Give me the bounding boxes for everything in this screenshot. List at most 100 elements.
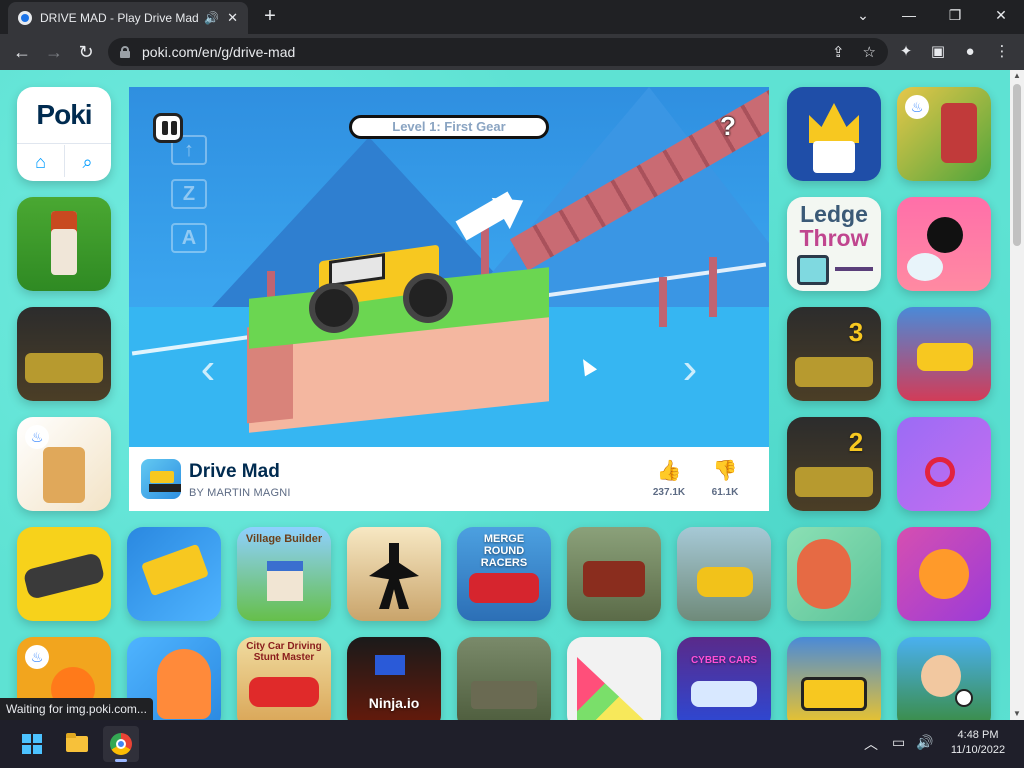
crown-graphic [809, 103, 859, 143]
game-tile[interactable]: 2 [787, 417, 881, 511]
spinner-graphic [927, 217, 963, 253]
forward-arrow-icon[interactable]: → [40, 38, 68, 66]
game-tile[interactable] [787, 637, 881, 720]
train-graphic [140, 543, 210, 597]
like-count: 237.1K [652, 487, 686, 498]
game-tile[interactable]: Ninja.io [347, 637, 441, 720]
tile-title: Village Builder [245, 533, 323, 545]
game-tile[interactable] [17, 527, 111, 621]
like-button[interactable]: 👍 237.1K [649, 459, 689, 498]
game-tile[interactable] [897, 637, 991, 720]
knight-graphic [43, 447, 85, 503]
pixel-character [51, 211, 77, 275]
url-text[interactable]: poki.com/en/g/drive-mad [142, 44, 814, 60]
soccer-ball-icon [955, 689, 973, 707]
game-tile[interactable] [17, 307, 111, 401]
game-tile[interactable]: MERGE ROUND RACERS [457, 527, 551, 621]
chevron-right-icon[interactable]: › [675, 347, 705, 391]
extensions-puzzle-icon[interactable]: ✦ [896, 42, 916, 62]
jeep-graphic [583, 561, 645, 597]
chrome-icon [110, 733, 132, 755]
game-tile[interactable]: Ledge Throw [787, 197, 881, 291]
game-tile[interactable]: Village Builder [237, 527, 331, 621]
ledge-graphic [835, 267, 873, 271]
lock-icon[interactable] [120, 46, 130, 58]
tab-title: DRIVE MAD - Play Drive Mad [40, 11, 199, 25]
flag-graphic [375, 655, 405, 675]
game-tile[interactable] [787, 87, 881, 181]
audio-playing-icon[interactable]: 🔊 [204, 11, 219, 25]
network-icon[interactable]: ▭ [892, 734, 905, 751]
game-tile[interactable] [17, 197, 111, 291]
game-tile[interactable] [897, 197, 991, 291]
scroll-down-icon[interactable]: ▼ [1013, 710, 1021, 718]
game-tile[interactable] [897, 307, 991, 401]
cloud-graphic [907, 253, 943, 281]
address-bar[interactable]: poki.com/en/g/drive-mad ⇪ ☆ [108, 38, 888, 66]
game-tile[interactable]: ♨ [17, 417, 111, 511]
tray-chevron-icon[interactable]: ︿ [864, 734, 878, 754]
tile-number: 3 [848, 317, 864, 347]
side-panel-icon[interactable]: ▣ [928, 42, 948, 62]
game-canvas[interactable]: ↑ Z A Level 1: First Gear ? ‹ › [129, 87, 769, 447]
search-icon[interactable]: ⌕ [64, 149, 111, 175]
clock-date: 11/10/2022 [950, 744, 1006, 756]
game-tile[interactable] [897, 527, 991, 621]
home-icon[interactable]: ⌂ [17, 149, 64, 175]
game-tile[interactable] [897, 417, 991, 511]
profile-avatar-icon[interactable]: ● [960, 42, 980, 62]
tab-search-chevron-icon[interactable]: ⌄ [840, 0, 886, 30]
game-tile[interactable] [347, 527, 441, 621]
game-tile[interactable]: 3 [787, 307, 881, 401]
restore-button[interactable]: ❐ [932, 0, 978, 30]
game-tile[interactable] [567, 637, 661, 720]
game-title: Drive Mad [189, 461, 280, 482]
share-icon[interactable]: ⇪ [832, 43, 845, 61]
game-tile[interactable] [677, 527, 771, 621]
minimize-button[interactable]: — [886, 0, 932, 30]
taskbar-clock[interactable]: 4:48 PM 11/10/2022 [938, 728, 1018, 758]
dislike-count: 61.1K [711, 487, 739, 498]
game-tile[interactable]: City Car Driving Stunt Master [237, 637, 331, 720]
hot-flame-icon: ♨ [25, 645, 49, 669]
car-graphic [691, 681, 757, 707]
game-tile[interactable] [127, 527, 221, 621]
menu-kebab-icon[interactable]: ⋮ [992, 42, 1012, 62]
dislike-button[interactable]: 👎 61.1K [705, 459, 745, 498]
back-arrow-icon[interactable]: ← [8, 38, 36, 66]
tab-close-icon[interactable]: ✕ [227, 10, 238, 26]
chevron-left-icon[interactable]: ‹ [193, 347, 223, 391]
tile-title: Ledge [800, 201, 868, 227]
game-tile[interactable] [457, 637, 551, 720]
game-tile[interactable] [787, 527, 881, 621]
game-tile[interactable]: CYBER CARS [677, 637, 771, 720]
motorbike-graphic [697, 567, 753, 597]
page-scrollbar[interactable]: ▲ ▼ [1010, 70, 1024, 720]
car-graphic [917, 343, 973, 371]
tab-drive-mad[interactable]: DRIVE MAD - Play Drive Mad 🔊 ✕ [8, 2, 248, 34]
robot-graphic [797, 255, 829, 285]
volume-icon[interactable]: 🔊 [916, 734, 933, 751]
snake-head-graphic [919, 549, 969, 599]
poki-logo[interactable]: Poki [17, 99, 111, 131]
car-graphic [249, 677, 319, 707]
bookmark-star-icon[interactable]: ☆ [863, 43, 876, 61]
game-tile[interactable] [567, 527, 661, 621]
game-tile[interactable]: ♨ [897, 87, 991, 181]
hot-flame-icon: ♨ [905, 95, 929, 119]
scroll-up-icon[interactable]: ▲ [1013, 72, 1021, 80]
reload-icon[interactable]: ↻ [72, 38, 100, 66]
key-hint-z: Z [171, 179, 207, 209]
scrollbar-thumb[interactable] [1013, 84, 1021, 246]
wheel-shape [309, 283, 359, 333]
post-shape [659, 277, 667, 327]
new-tab-button[interactable]: + [258, 4, 282, 28]
character-face [813, 141, 855, 173]
status-bar: Waiting for img.poki.com... [0, 698, 153, 720]
tile-number: 2 [848, 427, 864, 457]
hint-question-icon[interactable]: ? [715, 111, 741, 141]
close-window-button[interactable]: ✕ [978, 0, 1024, 30]
pause-button[interactable] [153, 113, 183, 143]
browser-tabstrip: DRIVE MAD - Play Drive Mad 🔊 ✕ + ⌄ — ❐ ✕ [0, 0, 1024, 34]
game-thumbnail [141, 459, 181, 499]
